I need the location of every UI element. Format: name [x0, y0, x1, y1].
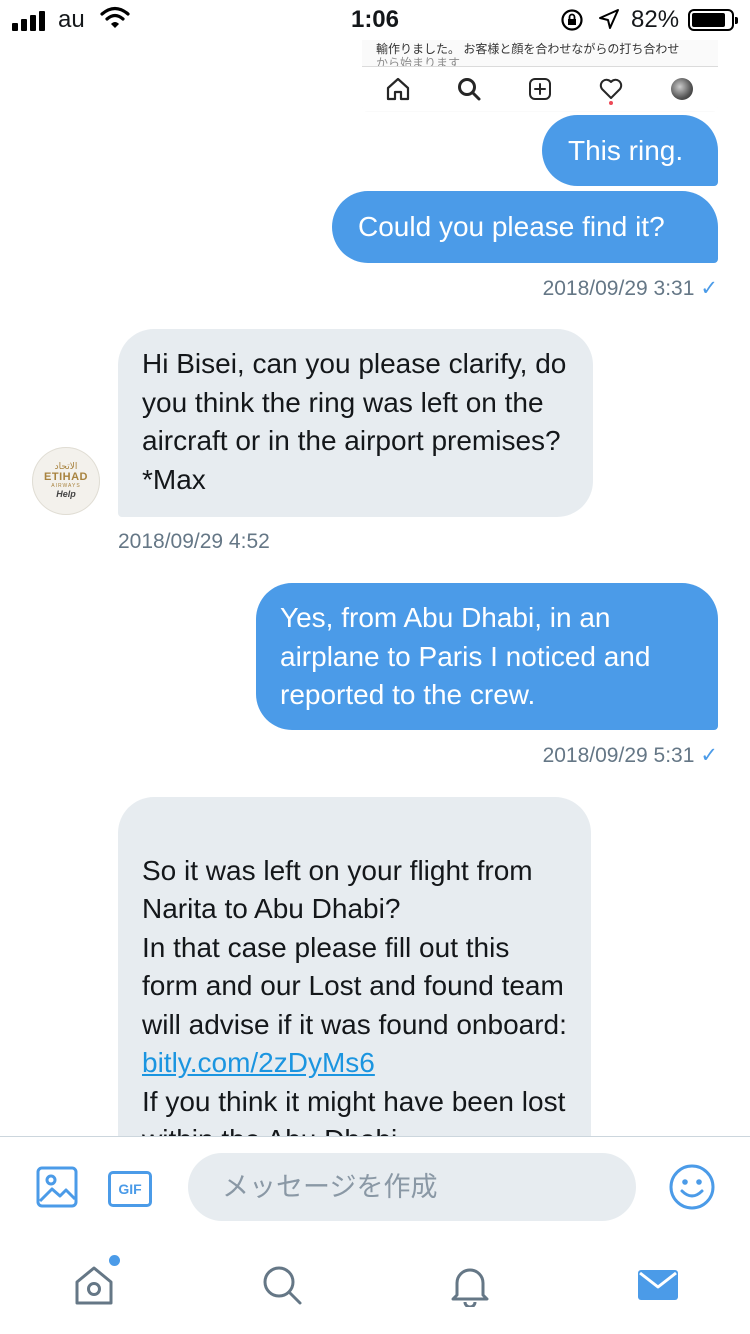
- message-text: Could you please find it?: [358, 211, 665, 242]
- mail-icon: [638, 1270, 678, 1300]
- image-icon: [36, 1166, 78, 1208]
- outgoing-message[interactable]: This ring.: [542, 115, 718, 186]
- profile-icon: [664, 71, 700, 107]
- shared-image-nav: [362, 66, 718, 111]
- status-bar: au 1:06 82%: [0, 0, 750, 40]
- outgoing-message[interactable]: Yes, from Abu Dhabi, in an airplane to P…: [256, 583, 718, 730]
- avatar-label: Help: [56, 489, 76, 499]
- battery-percent: 82%: [631, 6, 680, 33]
- emoji-icon: [669, 1164, 715, 1210]
- message-text-continued: If you think it might have been lost wit…: [142, 1085, 566, 1137]
- gif-icon[interactable]: GIF: [108, 1171, 152, 1207]
- message-timestamp: 2018/09/29 5:31 ✓: [542, 744, 718, 767]
- message-composer: GIF メッセージを作成: [0, 1136, 750, 1237]
- shared-image-attachment[interactable]: 輸作りました。 お客様と顔を合わせながらの打ち合わせ から始まります: [362, 40, 718, 112]
- message-text: This ring.: [568, 135, 684, 166]
- tab-search[interactable]: [258, 1261, 306, 1309]
- incoming-message[interactable]: Hi Bisei, can you please clarify, do you…: [118, 329, 593, 517]
- tab-home[interactable]: [70, 1255, 120, 1309]
- search-icon: [451, 71, 487, 107]
- location-arrow-icon: [599, 9, 619, 29]
- battery-icon: [688, 9, 738, 31]
- rotation-lock-icon: [561, 9, 583, 31]
- message-text: So it was left on your flight from Narit…: [142, 854, 567, 1040]
- bell-icon: [451, 1268, 489, 1307]
- message-text: Hi Bisei, can you please clarify, do you…: [142, 348, 567, 495]
- home-outline-icon: [380, 71, 416, 107]
- home-icon: [75, 1266, 113, 1305]
- tab-messages[interactable]: [634, 1261, 682, 1309]
- heart-icon: [593, 71, 629, 107]
- sent-check-icon: ✓: [700, 744, 718, 767]
- sent-check-icon: ✓: [700, 277, 718, 300]
- message-timestamp: 2018/09/29 3:31 ✓: [542, 277, 718, 300]
- tab-notifications[interactable]: [446, 1261, 494, 1309]
- search-icon: [263, 1266, 302, 1305]
- message-timestamp: 2018/09/29 4:52: [118, 530, 270, 553]
- shared-image-text: 輸作りました。 お客様と顔を合わせながらの打ち合わせ: [376, 42, 680, 56]
- message-text: Yes, from Abu Dhabi, in an airplane to P…: [280, 602, 651, 710]
- outgoing-message[interactable]: Could you please find it?: [332, 191, 718, 263]
- bottom-tab-bar: [0, 1237, 750, 1334]
- message-input[interactable]: メッセージを作成: [188, 1153, 636, 1221]
- avatar-brand: ETIHAD: [44, 471, 88, 483]
- new-activity-dot: [109, 1255, 120, 1266]
- plus-square-icon: [522, 71, 558, 107]
- emoji-button[interactable]: [668, 1163, 716, 1211]
- image-button[interactable]: [34, 1164, 80, 1210]
- message-link[interactable]: bitly.com/2zDyMs6: [142, 1047, 375, 1078]
- incoming-message[interactable]: So it was left on your flight from Narit…: [118, 797, 591, 1136]
- sender-avatar[interactable]: الاتحاد ETIHAD AIRWAYS Help: [32, 447, 100, 515]
- gif-label: GIF: [118, 1181, 142, 1197]
